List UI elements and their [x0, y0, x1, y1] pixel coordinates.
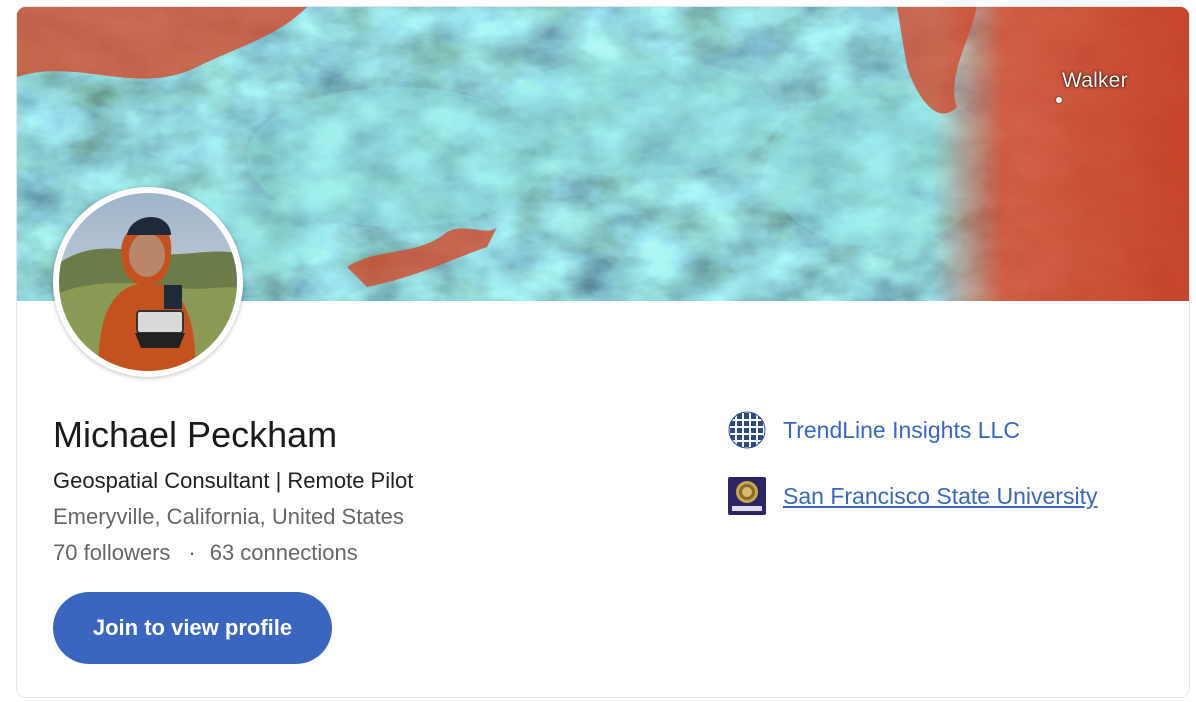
org-item-trendline[interactable]: TrendLine Insights LLC: [728, 411, 1020, 449]
profile-name: Michael Peckham: [53, 414, 338, 455]
avatar: [53, 187, 243, 377]
org-name[interactable]: TrendLine Insights LLC: [783, 417, 1020, 444]
org-item-sfsu[interactable]: San Francisco State University: [728, 477, 1097, 515]
profile-photo: [59, 193, 237, 371]
followers-count: 70 followers: [53, 540, 171, 565]
map-place-marker-icon: [1056, 97, 1062, 103]
map-place-label: Walker: [1062, 69, 1128, 92]
trendline-logo-icon: [728, 411, 766, 449]
org-name[interactable]: San Francisco State University: [783, 483, 1097, 510]
sfsu-seal-icon: [728, 477, 766, 515]
join-to-view-profile-button[interactable]: Join to view profile: [53, 592, 332, 664]
profile-stats: 70 followers · 63 connections: [53, 539, 358, 567]
profile-card: Walker Michael Peckham Geospatial Consul…: [16, 6, 1190, 698]
connections-count: 63 connections: [209, 540, 358, 565]
profile-location: Emeryville, California, United States: [53, 504, 404, 529]
stats-separator: ·: [188, 540, 196, 565]
profile-headline: Geospatial Consultant | Remote Pilot: [53, 468, 414, 493]
